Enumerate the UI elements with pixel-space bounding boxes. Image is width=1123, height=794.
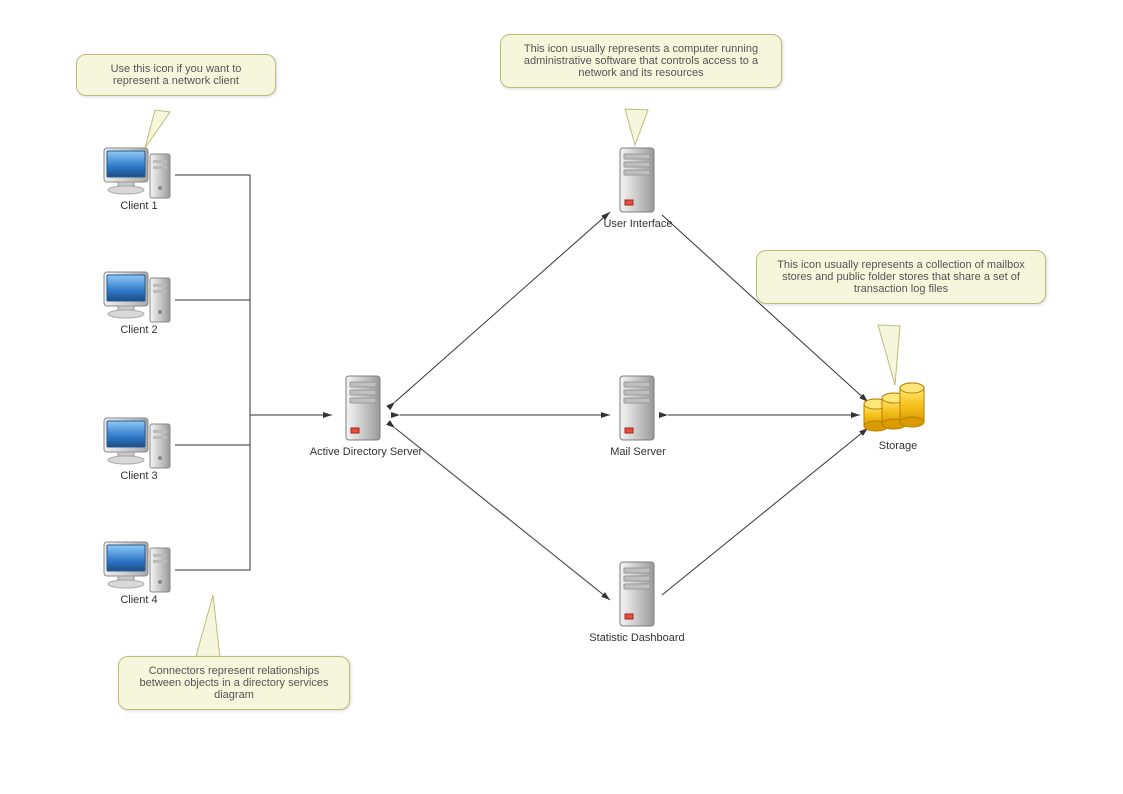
server-icon	[620, 148, 654, 212]
server-icon	[346, 376, 380, 440]
callout-tail	[878, 325, 900, 385]
storage-icon	[864, 383, 924, 431]
node-label-client4: Client 4	[84, 594, 194, 606]
node-label-storage: Storage	[848, 440, 948, 452]
connector	[662, 215, 868, 402]
callout-tail	[195, 595, 220, 660]
node-label-client3: Client 3	[84, 470, 194, 482]
client-computer-icon	[104, 542, 170, 592]
callout-tail	[625, 109, 648, 145]
node-label-ad: Active Directory Server	[296, 446, 436, 458]
node-label-client1: Client 1	[84, 200, 194, 212]
client-computer-icon	[104, 272, 170, 322]
callout-storage: This icon usually represents a collectio…	[756, 250, 1046, 304]
connector	[395, 212, 610, 402]
node-label-ui: User Interface	[578, 218, 698, 230]
node-label-mail: Mail Server	[578, 446, 698, 458]
callout-connector: Connectors represent relationships betwe…	[118, 656, 350, 710]
node-label-client2: Client 2	[84, 324, 194, 336]
server-icon	[620, 376, 654, 440]
callout-client: Use this icon if you want to represent a…	[76, 54, 276, 96]
connector	[175, 175, 332, 570]
callout-tail	[145, 110, 170, 148]
server-icon	[620, 562, 654, 626]
callout-server: This icon usually represents a computer …	[500, 34, 782, 88]
client-computer-icon	[104, 418, 170, 468]
client-computer-icon	[104, 148, 170, 198]
node-label-stat: Statistic Dashboard	[562, 632, 712, 644]
